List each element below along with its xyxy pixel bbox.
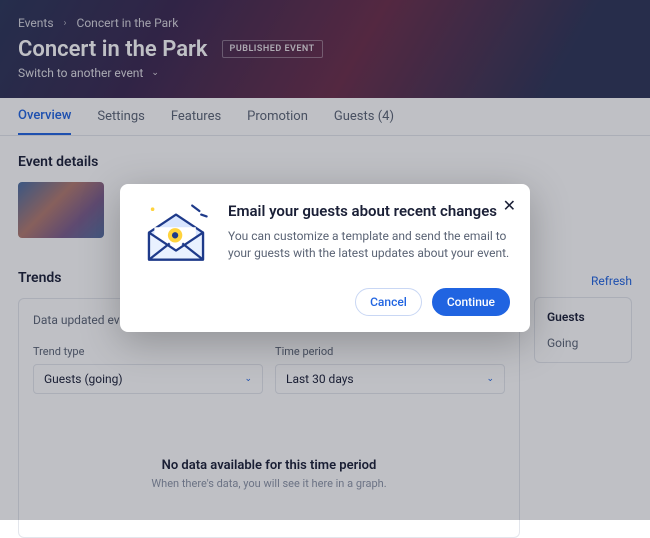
cancel-button[interactable]: Cancel [355, 288, 422, 316]
email-guests-modal: ✕ Email your guests about recent changes… [120, 184, 530, 332]
modal-description: You can customize a template and send th… [228, 228, 510, 263]
modal-title: Email your guests about recent changes [228, 202, 510, 220]
close-icon[interactable]: ✕ [503, 196, 516, 215]
envelope-icon [140, 202, 212, 274]
modal-scrim[interactable]: ✕ Email your guests about recent changes… [0, 0, 650, 520]
continue-button[interactable]: Continue [432, 288, 510, 316]
